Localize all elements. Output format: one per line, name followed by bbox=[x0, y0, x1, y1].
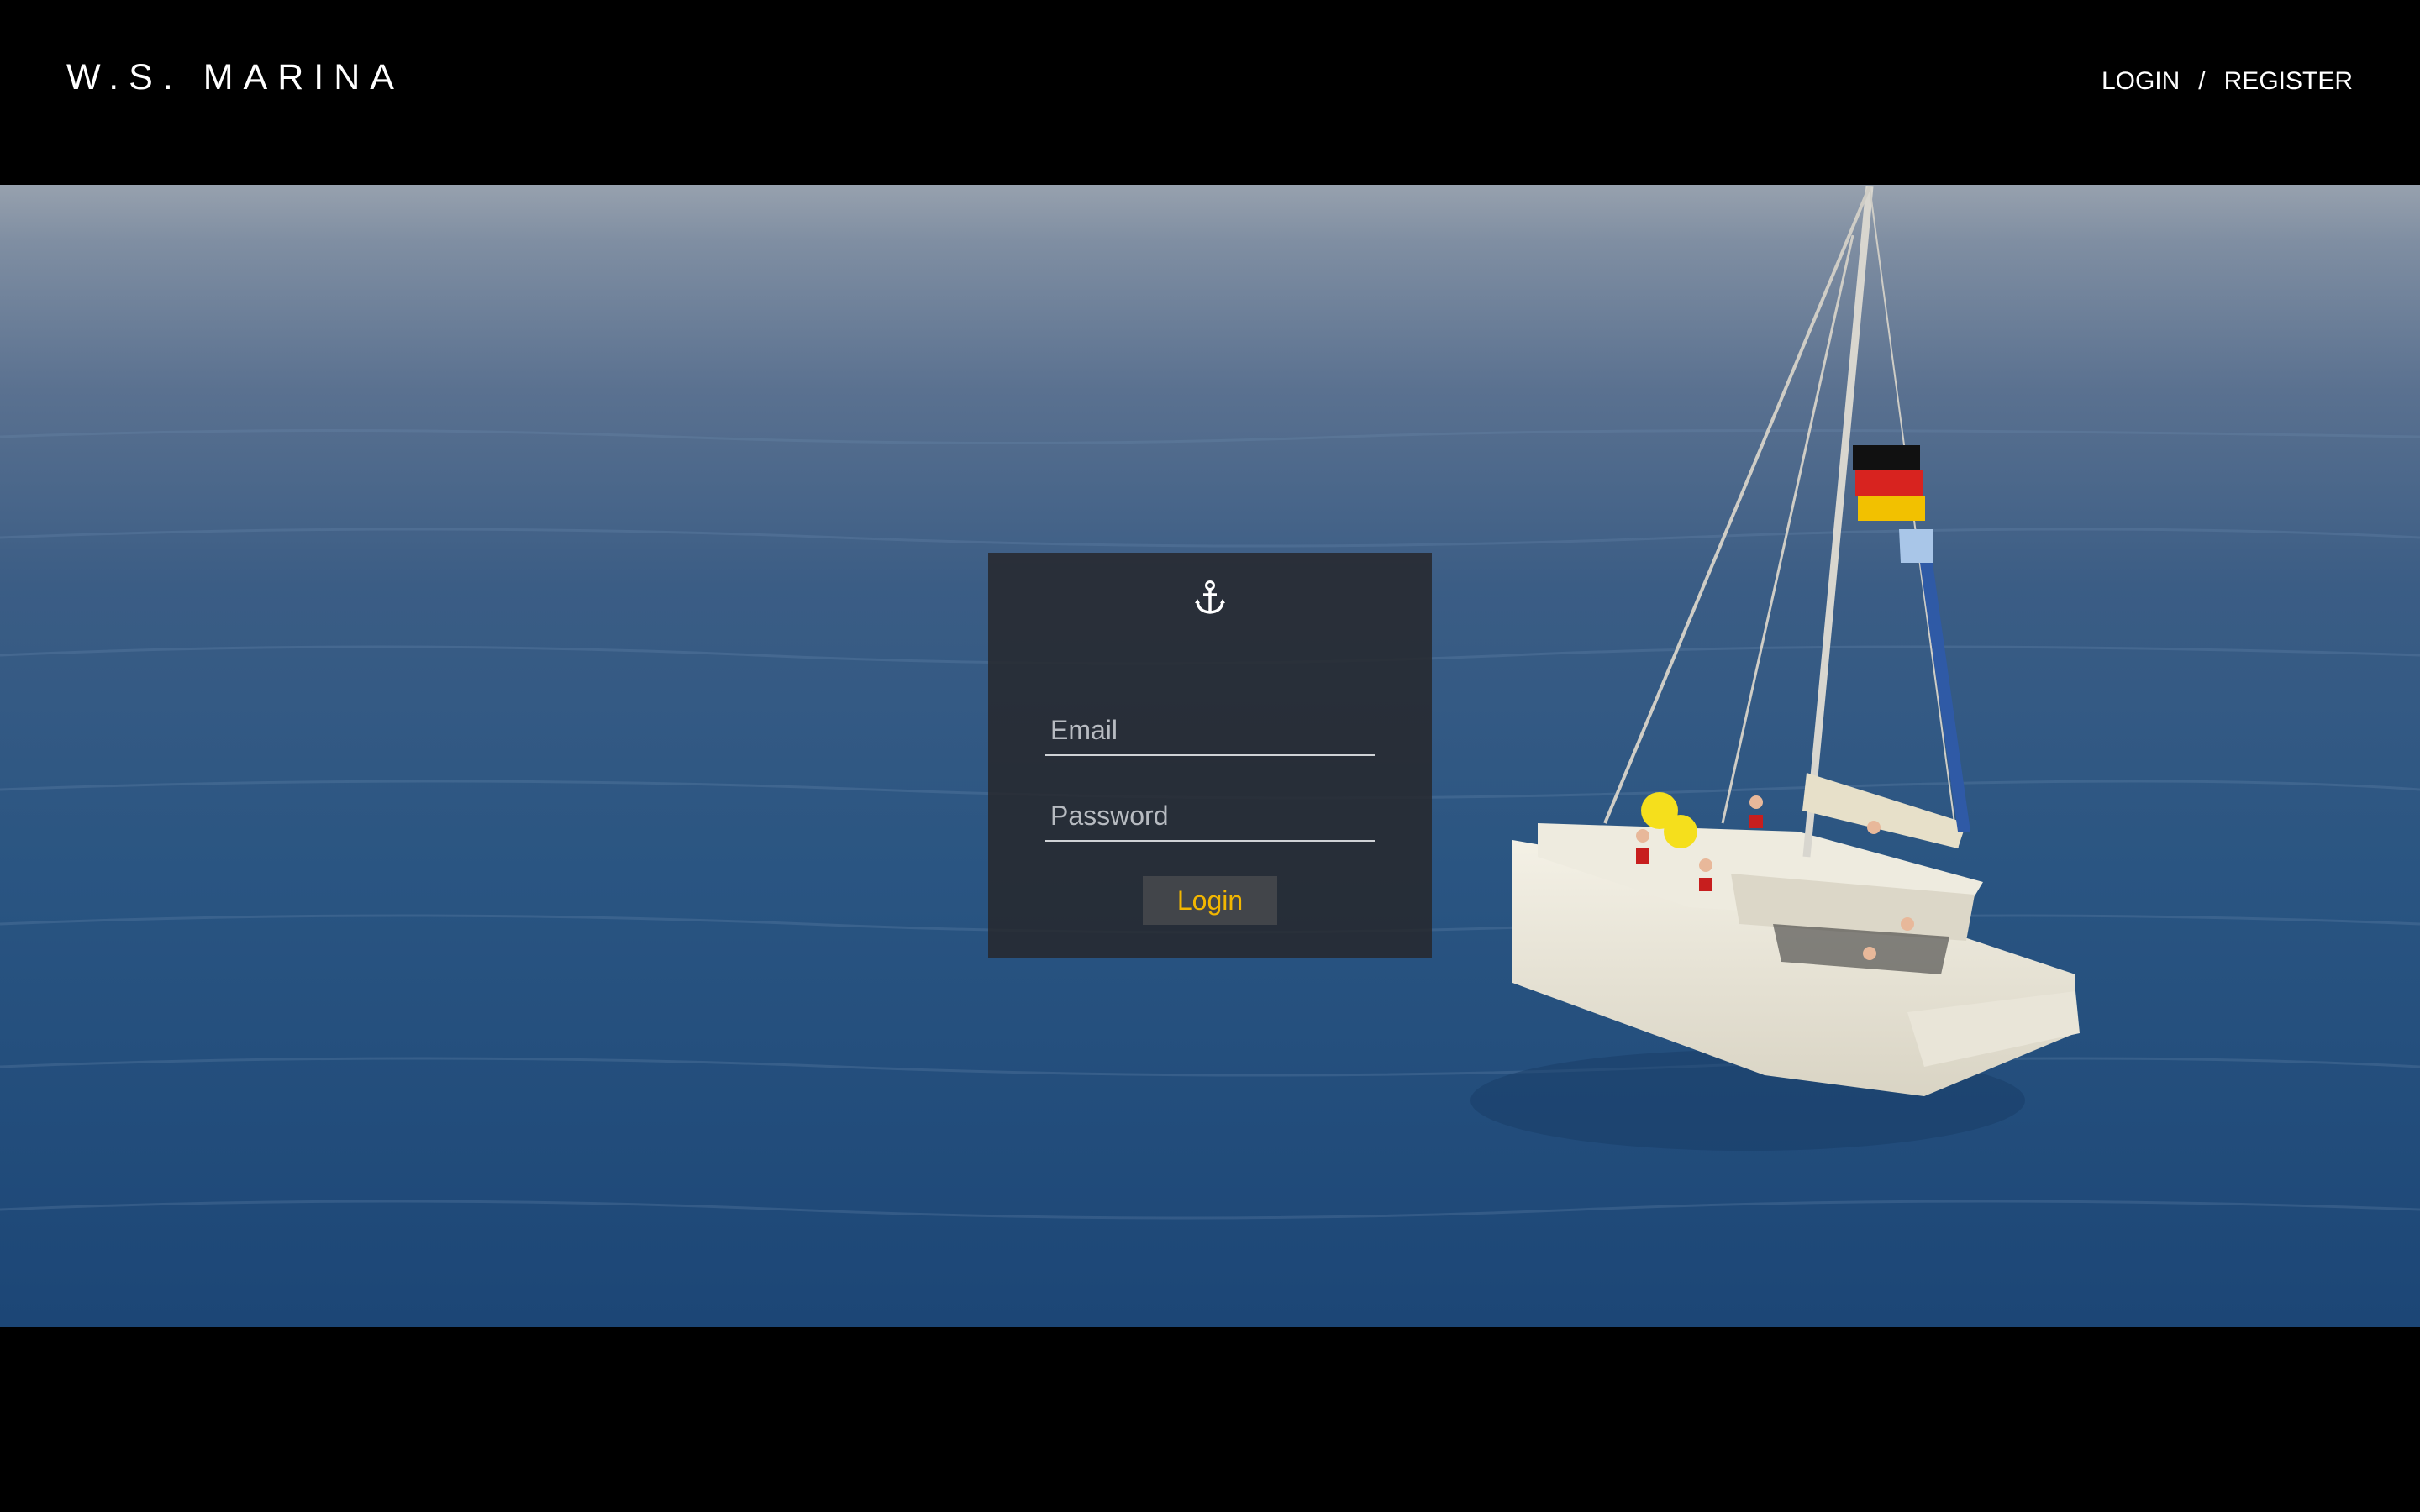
login-panel: Login bbox=[988, 553, 1432, 958]
page: W.S. MARINA LOGIN / REGISTER Email Login bbox=[0, 0, 2420, 1512]
login-submit-button[interactable]: Login bbox=[1143, 876, 1277, 925]
brand-logo[interactable]: W.S. MARINA bbox=[66, 57, 404, 98]
register-link[interactable]: REGISTER bbox=[2224, 67, 2353, 96]
top-nav-bar: W.S. MARINA LOGIN / REGISTER bbox=[0, 0, 2420, 185]
password-field[interactable] bbox=[1045, 791, 1375, 842]
hero-background-photo: Login bbox=[0, 185, 2420, 1327]
login-link[interactable]: LOGIN bbox=[2102, 67, 2180, 96]
auth-separator: / bbox=[2198, 67, 2206, 95]
auth-links: LOGIN / REGISTER bbox=[2102, 67, 2353, 96]
email-field[interactable] bbox=[1045, 706, 1375, 756]
bottom-black-bar bbox=[0, 1327, 2420, 1512]
anchor-icon bbox=[1195, 580, 1225, 614]
